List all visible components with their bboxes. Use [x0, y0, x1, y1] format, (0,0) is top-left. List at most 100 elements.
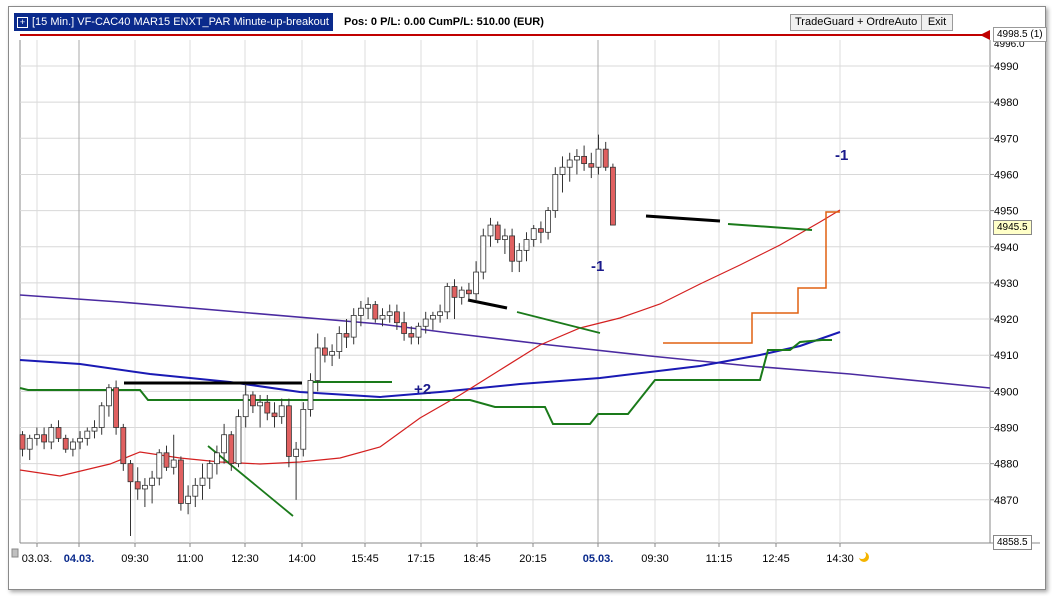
candle-body [343, 333, 350, 338]
time-tick-label: 09:30 [641, 553, 669, 565]
candle-body [134, 481, 141, 490]
candle-body [437, 311, 444, 316]
resistance-line [645, 214, 721, 223]
order-line-label[interactable]: 4998.5 (1) [993, 27, 1047, 42]
candle-body [249, 394, 256, 407]
candle-body [77, 437, 83, 443]
price-tick-label: 4870 [994, 495, 1018, 507]
candle-body [429, 315, 436, 320]
candle-body [552, 174, 559, 211]
candle-body [523, 239, 530, 251]
session-moon-icon-mask [858, 551, 866, 559]
trend-line-down [516, 311, 601, 334]
low-price-label: 4858.5 [993, 535, 1032, 550]
candle-body [163, 452, 170, 468]
time-tick-label: 20:15 [519, 553, 547, 565]
time-tick-label: 03.03. [22, 553, 53, 565]
time-tick-label: 14:30 [826, 553, 854, 565]
candle-body [264, 401, 271, 414]
candle-body [336, 333, 343, 352]
tradeguard-button[interactable]: TradeGuard + OrdreAuto [790, 14, 923, 31]
candle-body [62, 437, 69, 450]
candle-body [278, 405, 285, 418]
candle-body [610, 166, 616, 226]
candle-body [516, 249, 523, 262]
candle-body [393, 311, 400, 324]
price-tick-label: 4900 [994, 386, 1018, 398]
candle-body [422, 318, 429, 327]
time-tick-label: 12:30 [231, 553, 259, 565]
candle-body [91, 427, 98, 432]
scroll-handle-icon [11, 548, 19, 558]
candle-body [451, 286, 458, 298]
time-tick-label: 11:15 [706, 553, 733, 565]
price-tick-label: 4930 [994, 278, 1018, 290]
candle-body [242, 394, 249, 418]
candle-body [127, 463, 134, 483]
resistance-line [467, 298, 508, 310]
entry-marker-plus2: +2 [414, 381, 431, 398]
price-chart[interactable]: +2-1-1 499049804970496049504940493049204… [0, 0, 1052, 596]
candle-body [480, 235, 487, 273]
candle-body [401, 322, 408, 334]
candle-body [509, 235, 516, 262]
candle-body [141, 484, 148, 490]
candle-body [574, 155, 580, 161]
time-tick-label: 09:30 [121, 553, 149, 565]
position-stats: Pos: 0 P/L: 0.00 CumP/L: 510.00 (EUR) [344, 16, 544, 28]
price-tick-label: 4880 [994, 459, 1018, 471]
channel-upper-segment [727, 223, 813, 231]
candle-body [70, 441, 76, 450]
time-tick-label: 14:00 [288, 553, 316, 565]
candle-body [185, 495, 192, 504]
candle-body [84, 430, 91, 439]
candle-body [595, 148, 602, 168]
time-axis: 03.03. 04.03. 09:30 11:00 12:30 14:00 15:45 17:… [11, 543, 869, 565]
candle-body [177, 459, 184, 504]
candle-body [228, 434, 235, 465]
price-tick-label: 4890 [994, 423, 1018, 435]
time-tick-label: 12:45 [762, 553, 790, 565]
time-tick-label: 17:15 [407, 553, 435, 565]
candle-body [386, 311, 393, 316]
candle-body [257, 401, 264, 407]
candle-body [365, 304, 372, 309]
candle-body [48, 427, 55, 443]
candle-body [602, 148, 609, 168]
candle-body [221, 434, 228, 454]
instrument-label[interactable]: + [15 Min.] VF-CAC40 MAR15 ENXT_PAR Minut… [14, 13, 333, 31]
candle-body [350, 315, 357, 338]
candle-body [285, 405, 292, 457]
candle-body [206, 463, 213, 479]
candle-body [545, 210, 551, 233]
candlesticks [19, 134, 616, 536]
instrument-text: [15 Min.] VF-CAC40 MAR15 ENXT_PAR Minute… [32, 16, 329, 28]
candle-body [199, 477, 206, 486]
trailing-stop-line [663, 211, 840, 344]
candle-body [566, 159, 573, 168]
trend-line-down [207, 445, 294, 517]
price-tick-label: 4960 [994, 169, 1018, 181]
candle-body [329, 351, 336, 356]
order-arrow-icon [980, 30, 990, 40]
candle-body [271, 412, 278, 418]
price-tick-label: 4950 [994, 206, 1018, 218]
candle-body [307, 380, 314, 410]
expand-icon[interactable]: + [17, 16, 28, 28]
candle-body [314, 347, 321, 381]
candle-body [559, 166, 566, 175]
exit-marker-minus1: -1 [591, 258, 604, 275]
candle-body [113, 387, 119, 428]
candle-body [106, 387, 112, 407]
time-tick-label: 11:00 [177, 553, 204, 565]
exit-button[interactable]: Exit [921, 14, 953, 31]
candle-body [444, 286, 451, 313]
candle-body [473, 271, 480, 295]
candle-body [120, 427, 127, 465]
candle-body [494, 224, 501, 240]
candle-body [34, 434, 40, 439]
candle-body [235, 416, 242, 465]
price-tick-label: 4970 [994, 133, 1018, 145]
candle-body [19, 434, 26, 450]
candle-body [458, 289, 465, 298]
